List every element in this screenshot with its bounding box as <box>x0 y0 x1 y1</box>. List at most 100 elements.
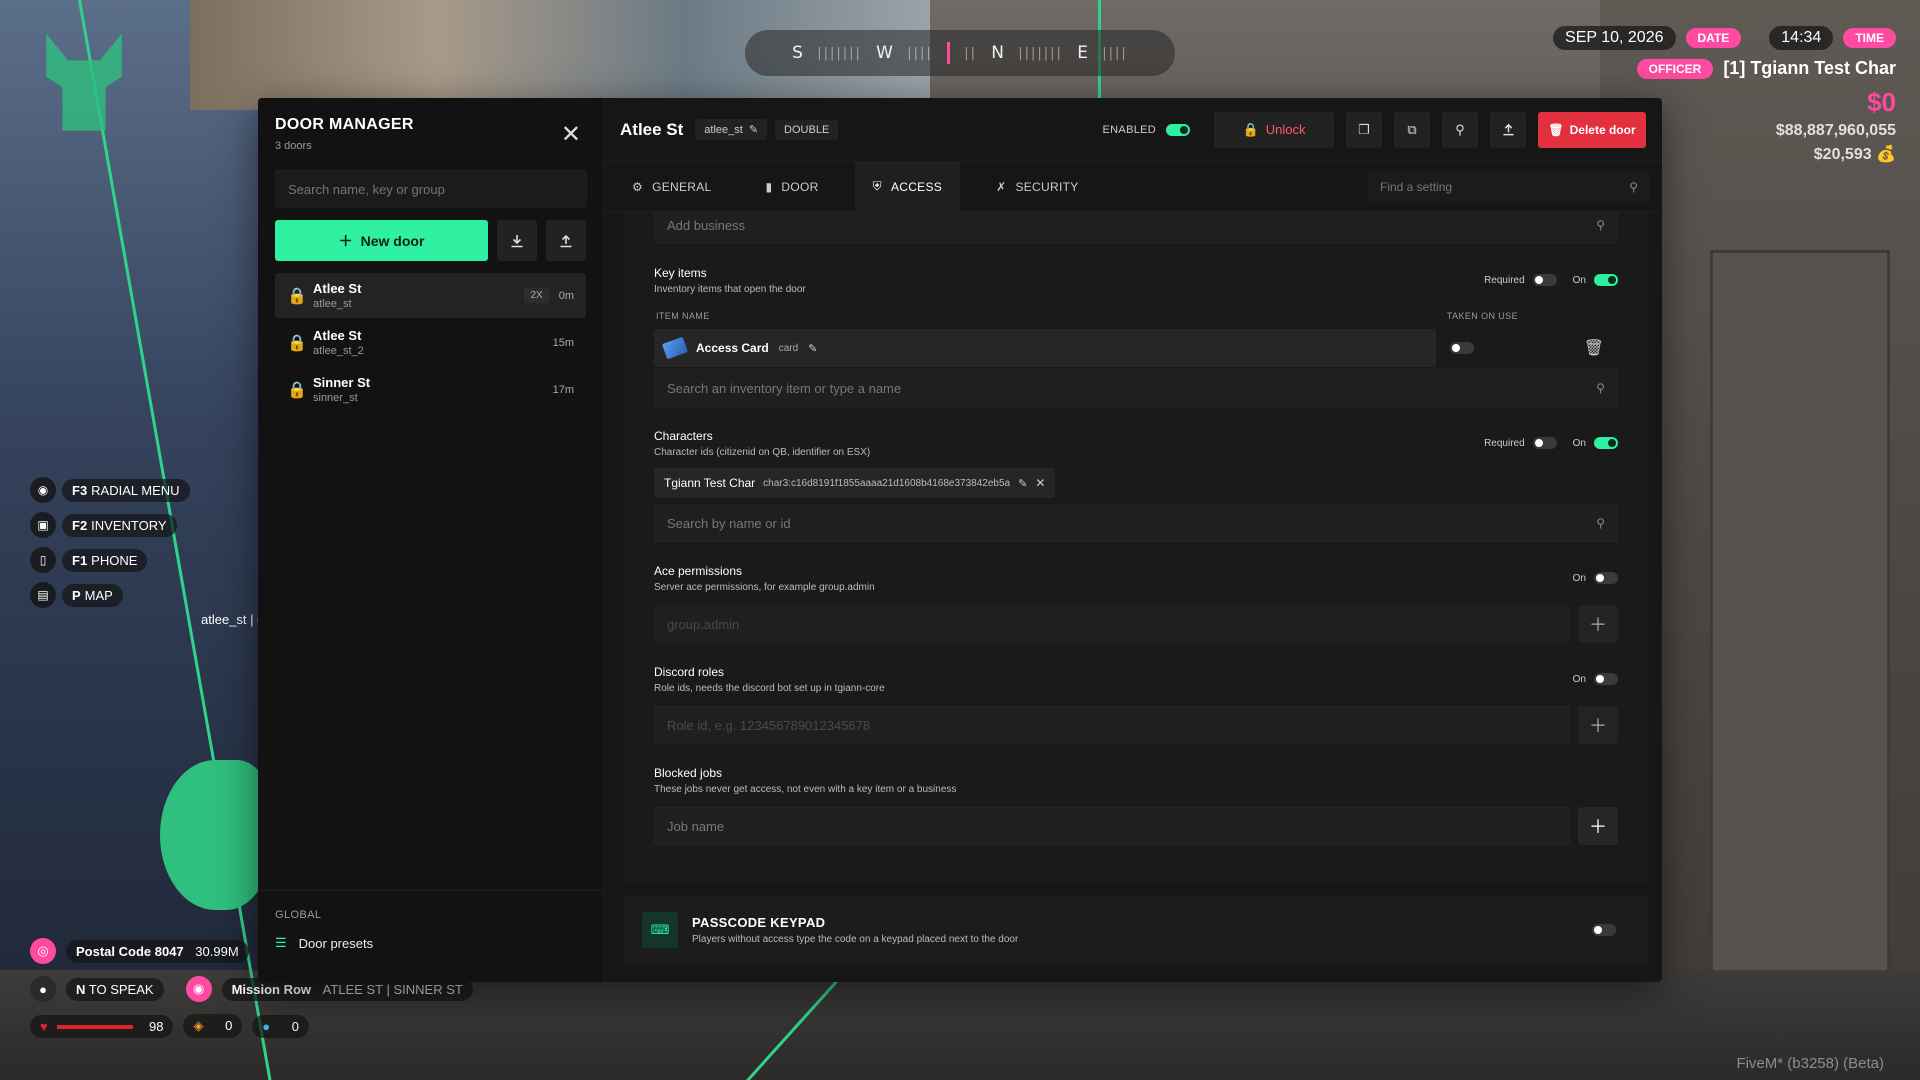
search-icon: ⚲ <box>1596 381 1605 395</box>
map-icon: ▤ <box>30 582 56 608</box>
door-item-key: atlee_st <box>313 298 352 310</box>
discord-on-toggle[interactable] <box>1594 673 1618 685</box>
door-list-item[interactable]: 🔒 Sinner St sinner_st 17m <box>275 367 586 412</box>
search-icon: ⚲ <box>1629 180 1638 194</box>
discord-section: Discord roles Role ids, needs the discor… <box>654 665 1618 744</box>
keypad-icon: ⌨ <box>642 912 678 948</box>
key-item-key: card <box>778 342 799 354</box>
remove-icon[interactable]: ✕ <box>1035 476 1045 490</box>
keypad-subtitle: Players without access type the code on … <box>692 934 1019 945</box>
ace-input[interactable]: group.admin <box>654 605 1570 643</box>
microphone-icon: ● <box>30 976 56 1002</box>
lock-icon: 🔒 <box>287 287 307 305</box>
discord-subtitle: Role ids, needs the discord bot set up i… <box>654 683 885 694</box>
pencil-icon[interactable]: ✎ <box>1018 477 1027 490</box>
import-button[interactable] <box>497 220 537 261</box>
copy-icon: ❐ <box>1358 121 1370 137</box>
tab-access[interactable]: ⛨ ACCESS <box>854 161 961 212</box>
hud-player-name: [1] Tgiann Test Char <box>1723 58 1896 78</box>
new-door-button[interactable]: ＋ New door <box>275 220 488 261</box>
close-icon[interactable]: ✕ <box>561 120 581 149</box>
delete-door-button[interactable]: 🗑 Delete door <box>1538 111 1646 148</box>
unlock-button[interactable]: 🔒 Unlock <box>1214 111 1334 148</box>
export-door-button[interactable] <box>1490 111 1526 148</box>
add-discord-role-button[interactable]: ＋ <box>1578 706 1618 744</box>
trash-icon[interactable]: 🗑 <box>1584 338 1604 358</box>
keypad-toggle[interactable] <box>1592 924 1616 936</box>
character-name: Tgiann Test Char <box>664 476 756 490</box>
add-ace-button[interactable]: ＋ <box>1578 605 1618 643</box>
global-section: GLOBAL ☰ Door presets <box>258 890 603 982</box>
door-item-name: Atlee St <box>313 328 362 343</box>
key-item-name: Access Card <box>696 341 769 355</box>
blocked-jobs-title: Blocked jobs <box>654 766 723 780</box>
gps-icon: ◎ <box>30 938 56 964</box>
door-item-badge: 2X <box>524 288 549 303</box>
tab-general[interactable]: ⚙ GENERAL <box>614 162 730 212</box>
door-item-key: atlee_st_2 <box>313 345 364 357</box>
world-door-label: atlee_st | d <box>201 612 265 627</box>
door-key-chip[interactable]: atlee_st ✎ <box>695 119 768 140</box>
delete-door-label: Delete door <box>1569 122 1636 137</box>
door-list-item[interactable]: 🔒 Atlee St atlee_st 2X 0m <box>275 273 586 318</box>
enabled-toggle[interactable] <box>1166 123 1190 136</box>
key-item-search-placeholder: Search an inventory item or type a name <box>667 380 902 396</box>
hud-date: SEP 10, 2026 <box>1553 26 1676 50</box>
col-item-name: ITEM NAME <box>656 311 710 321</box>
find-setting-input[interactable]: Find a setting ⚲ <box>1368 171 1650 203</box>
unlock-label: Unlock <box>1265 122 1306 137</box>
hud-date-tag: DATE <box>1685 28 1742 48</box>
postal-code: Postal Code 8047 <box>76 943 184 959</box>
plus-icon: ＋ <box>1589 716 1607 736</box>
copy-button[interactable]: ❐ <box>1346 111 1382 148</box>
door-list-item[interactable]: 🔒 Atlee St atlee_st_2 15m <box>275 320 586 365</box>
upload-icon <box>1502 123 1514 136</box>
lock-icon: 🔒 <box>287 334 307 352</box>
discord-role-input[interactable]: Role id, e.g. 123456789012345678 <box>654 706 1570 744</box>
job-name-input[interactable]: Job name <box>654 807 1570 845</box>
enabled-label: ENABLED <box>1102 123 1156 136</box>
door-item-time: 15m <box>552 336 574 349</box>
pencil-icon[interactable]: ✎ <box>808 342 817 355</box>
characters-subtitle: Character ids (citizenid on QB, identifi… <box>654 447 871 458</box>
door-item-time: 17m <box>552 383 574 396</box>
characters-on-toggle[interactable] <box>1594 437 1618 449</box>
key-item-search[interactable]: Search an inventory item or type a name … <box>654 369 1618 407</box>
voice-pill: N TO SPEAK <box>66 977 164 1001</box>
taken-on-use-toggle[interactable] <box>1450 342 1474 354</box>
door-icon: ▮ <box>765 179 773 194</box>
duplicate-button[interactable]: ⧉ <box>1394 111 1430 148</box>
phone-icon: ▯ <box>30 547 56 573</box>
door-editor: Atlee St atlee_st ✎ DOUBLE ENABLED 🔒 Unl… <box>604 98 1662 982</box>
editor-tabs: ⚙ GENERAL ▮ DOOR ⛨ ACCESS ✗ SECURITY Fin… <box>604 161 1662 212</box>
keybind-list: ◉ F3 RADIAL MENU ▣ F2 INVENTORY ▯ F1 PHONE … <box>30 477 190 617</box>
search-icon: ⚲ <box>1596 516 1605 530</box>
key-items-on-toggle[interactable] <box>1594 274 1618 286</box>
tab-security[interactable]: ✗ SECURITY <box>978 162 1096 212</box>
hud-time: 14:34 <box>1769 26 1834 50</box>
key-items-required-toggle[interactable] <box>1532 274 1557 286</box>
tab-label: GENERAL <box>652 179 712 194</box>
pencil-icon: ✎ <box>748 124 759 136</box>
door-count: 3 doors <box>275 140 312 152</box>
new-door-label: New door <box>360 232 425 249</box>
blocked-jobs-subtitle: These jobs never get access, not even wi… <box>654 784 957 795</box>
door-header: Atlee St atlee_st ✎ DOUBLE ENABLED 🔒 Unl… <box>604 98 1662 162</box>
add-blocked-job-button[interactable]: ＋ <box>1578 807 1618 845</box>
tab-door[interactable]: ▮ DOOR <box>748 162 837 212</box>
keybind-label: F2 INVENTORY <box>62 513 177 537</box>
character-search[interactable]: Search by name or id ⚲ <box>654 504 1618 542</box>
ace-on-toggle[interactable] <box>1594 572 1618 584</box>
location-pin-icon: ◉ <box>185 976 212 1002</box>
characters-required-toggle[interactable] <box>1532 437 1557 449</box>
compass-ticks: |||| <box>907 45 933 61</box>
door-presets-link[interactable]: ☰ Door presets <box>275 935 586 951</box>
layers-icon: ☰ <box>275 935 287 950</box>
add-business-input[interactable]: Add business ⚲ <box>654 212 1618 244</box>
global-label: GLOBAL <box>275 909 322 921</box>
door-search-input[interactable] <box>275 170 587 208</box>
food-icon: ◈ <box>193 1018 204 1033</box>
export-button[interactable] <box>546 220 586 261</box>
teleport-button[interactable]: ⚲ <box>1442 111 1478 148</box>
map-pin-icon: ⚲ <box>1455 121 1465 137</box>
